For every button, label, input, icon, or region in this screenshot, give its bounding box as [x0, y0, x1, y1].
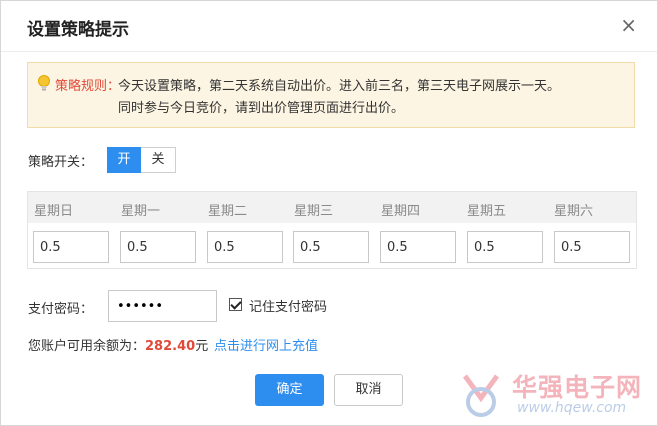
switch-on-button[interactable]: 开 — [107, 147, 141, 173]
bid-input-monday[interactable] — [120, 231, 196, 263]
weekly-bid-table: 星期日 星期一 星期二 星期三 星期四 星期五 星期六 — [27, 191, 637, 269]
watermark-logo-icon — [462, 374, 500, 417]
balance-prefix: 您账户可用余额为： — [28, 339, 146, 354]
confirm-button[interactable]: 确定 — [255, 374, 324, 406]
balance-unit: 元 — [195, 339, 209, 354]
weekday-header: 星期六 — [554, 204, 594, 219]
weekday-header: 星期五 — [467, 204, 507, 219]
bid-input-saturday[interactable] — [554, 231, 630, 263]
close-icon[interactable]: × — [620, 13, 637, 37]
notice-label: 策略规则： — [55, 79, 121, 94]
bid-input-thursday[interactable] — [380, 231, 456, 263]
payment-password-label: 支付密码： — [28, 302, 94, 317]
balance-amount: 282.40 — [145, 339, 196, 354]
remember-password-checkbox[interactable] — [229, 298, 242, 311]
weekday-header: 星期一 — [121, 204, 161, 219]
weekday-header-row: 星期日 星期一 星期二 星期三 星期四 星期五 星期六 — [28, 192, 636, 223]
watermark-name: 华强电子网 — [512, 373, 643, 402]
switch-off-button[interactable]: 关 — [141, 147, 176, 173]
payment-password-input[interactable] — [108, 290, 217, 322]
bid-input-wednesday[interactable] — [293, 231, 369, 263]
bid-input-friday[interactable] — [467, 231, 543, 263]
strategy-switch: 开 关 — [107, 147, 176, 173]
strategy-dialog: 设置策略提示 × 策略规则： 今天设置策略，第二天系统自动出价。进入前三名，第三… — [0, 0, 658, 426]
weekday-header: 星期三 — [294, 204, 334, 219]
strategy-notice: 策略规则： 今天设置策略，第二天系统自动出价。进入前三名，第三天电子网展示一天。… — [27, 62, 635, 128]
weekday-header: 星期四 — [381, 204, 421, 219]
notice-line-1: 今天设置策略，第二天系统自动出价。进入前三名，第三天电子网展示一天。 — [118, 79, 561, 94]
strategy-switch-label: 策略开关： — [28, 155, 94, 170]
recharge-link[interactable]: 点击进行网上充值 — [214, 335, 318, 354]
bid-input-tuesday[interactable] — [207, 231, 283, 263]
cancel-button[interactable]: 取消 — [334, 374, 403, 406]
bid-input-sunday[interactable] — [33, 231, 109, 263]
watermark-url: www.hqew.com — [517, 400, 627, 416]
balance-line: 您账户可用余额为：282.40元 — [28, 335, 208, 354]
dialog-header: 设置策略提示 × — [1, 1, 657, 52]
weekday-header: 星期二 — [208, 204, 248, 219]
weekday-header: 星期日 — [34, 204, 74, 219]
watermark: 华强电子网 www.hqew.com — [451, 366, 656, 424]
remember-password-label[interactable]: 记住支付密码 — [249, 296, 327, 315]
dialog-title: 设置策略提示 — [27, 20, 129, 40]
lightbulb-icon — [38, 75, 50, 91]
notice-line-2: 同时参与今日竞价，请到出价管理页面进行出价。 — [118, 101, 405, 116]
